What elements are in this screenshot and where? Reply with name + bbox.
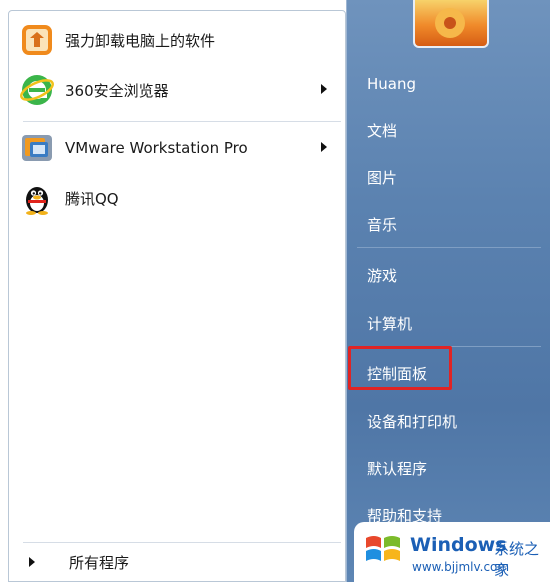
link-user-folder[interactable]: Huang xyxy=(355,66,543,102)
link-documents[interactable]: 文档 xyxy=(355,112,543,148)
360-browser-icon xyxy=(19,72,55,108)
user-avatar[interactable] xyxy=(413,0,489,48)
watermark-brand: Windows xyxy=(410,534,507,556)
divider xyxy=(357,247,541,248)
program-label: 360安全浏览器 xyxy=(65,81,169,100)
divider xyxy=(23,121,341,122)
programs-pane: 强力卸载电脑上的软件 360安全浏览器 VMware Workstation P xyxy=(8,10,346,582)
triangle-right-icon xyxy=(29,557,35,567)
shortcuts-pane: Huang 文档 图片 音乐 游戏 计算机 控制面板 设备和打印机 默认程序 帮… xyxy=(346,0,550,582)
watermark: Windows 系统之家 www.bjjmlv.com xyxy=(354,522,550,582)
windows-logo-icon xyxy=(364,532,402,566)
program-item-uninstaller[interactable]: 强力卸载电脑上的软件 xyxy=(15,17,341,63)
all-programs-label: 所有程序 xyxy=(69,553,130,572)
qq-penguin-icon xyxy=(19,180,55,216)
program-label: VMware Workstation Pro xyxy=(65,139,248,157)
all-programs-button[interactable]: 所有程序 xyxy=(15,543,341,581)
link-devices-printers[interactable]: 设备和打印机 xyxy=(355,403,543,439)
link-default-programs[interactable]: 默认程序 xyxy=(355,450,543,486)
submenu-arrow-icon[interactable] xyxy=(321,84,327,94)
vmware-icon xyxy=(19,130,55,166)
link-pictures[interactable]: 图片 xyxy=(355,159,543,195)
link-games[interactable]: 游戏 xyxy=(355,257,543,293)
highlight-box xyxy=(348,346,452,390)
program-label: 腾讯QQ xyxy=(65,189,119,208)
submenu-arrow-icon[interactable] xyxy=(321,142,327,152)
program-item-qq[interactable]: 腾讯QQ xyxy=(15,175,341,221)
program-label: 强力卸载电脑上的软件 xyxy=(65,31,216,50)
watermark-url: www.bjjmlv.com xyxy=(412,560,510,574)
uninstall-box-icon xyxy=(19,22,55,58)
link-music[interactable]: 音乐 xyxy=(355,206,543,242)
program-item-vmware[interactable]: VMware Workstation Pro xyxy=(15,125,341,171)
link-computer[interactable]: 计算机 xyxy=(355,305,543,341)
program-item-360-browser[interactable]: 360安全浏览器 xyxy=(15,67,341,113)
